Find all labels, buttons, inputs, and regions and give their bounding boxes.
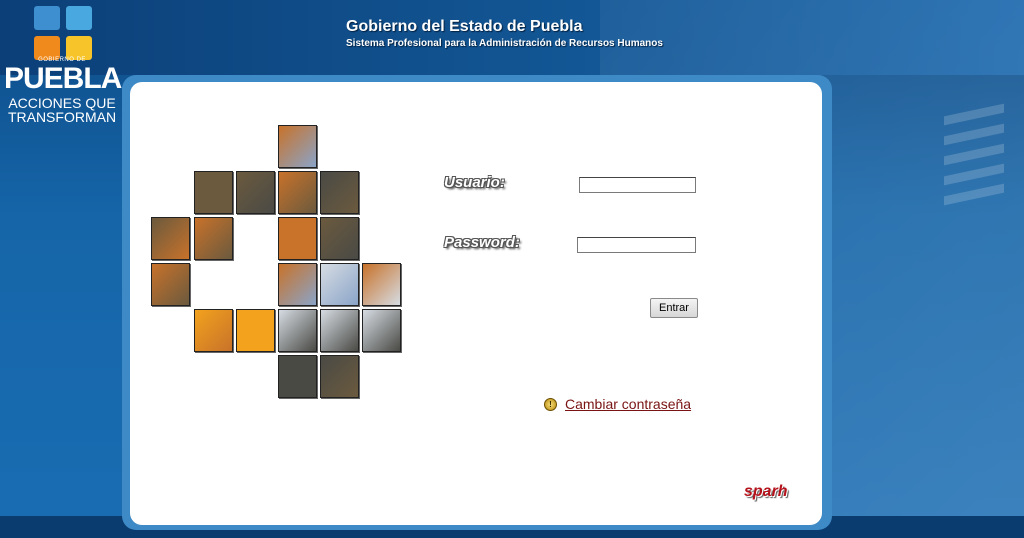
logo-tile-building-icon xyxy=(66,6,92,30)
logo-slogan-line2: TRANSFORMAN xyxy=(7,109,117,125)
password-label: Password: xyxy=(444,234,520,251)
mosaic-photo-tile xyxy=(278,309,317,352)
mosaic-photo-tile xyxy=(362,309,401,352)
puebla-logo: GOBIERNO DE PUEBLA ACCIONES QUE TRANSFOR… xyxy=(4,4,122,125)
password-input[interactable] xyxy=(577,237,696,253)
mosaic-photo-tile xyxy=(320,171,359,214)
info-coin-icon: ! xyxy=(544,398,557,411)
mosaic-photo-tile xyxy=(151,217,190,260)
mosaic-photo-tile xyxy=(194,309,233,352)
mosaic-photo-tile xyxy=(278,217,317,260)
background-stripe xyxy=(944,183,1004,206)
mosaic-photo-tile xyxy=(278,125,317,168)
mosaic-photo-tile xyxy=(320,217,359,260)
background-stripe xyxy=(944,123,1004,146)
change-password-link[interactable]: Cambiar contraseña xyxy=(565,396,691,412)
sparh-logo: sparh xyxy=(744,483,788,500)
logo-tile-factory-icon xyxy=(34,6,60,30)
mosaic-photo-tile xyxy=(151,263,190,306)
logo-title: PUEBLA xyxy=(4,62,122,95)
mosaic-photo-tile xyxy=(194,171,233,214)
mosaic-photo-tile xyxy=(278,263,317,306)
usuario-label: Usuario: xyxy=(444,174,505,191)
mosaic-photo-tile xyxy=(320,309,359,352)
mosaic-photo-tile xyxy=(278,355,317,398)
mosaic-photo-tile xyxy=(194,217,233,260)
logo-tiles-icon xyxy=(34,6,96,62)
login-panel: Usuario: Password: Entrar ! Cambiar cont… xyxy=(130,82,822,525)
mosaic-photo-tile xyxy=(320,263,359,306)
mosaic-photo-tile xyxy=(236,171,275,214)
entrar-button[interactable]: Entrar xyxy=(650,298,698,318)
logo-slogan-line1: ACCIONES QUE xyxy=(8,95,116,111)
background-stripe xyxy=(944,143,1004,166)
usuario-input[interactable] xyxy=(579,177,696,193)
background-stripe xyxy=(944,163,1004,186)
background-stripe xyxy=(944,103,1004,126)
header-title: Gobierno del Estado de Puebla xyxy=(346,18,583,35)
mosaic-photo-tile xyxy=(362,263,401,306)
mosaic-photo-tile xyxy=(320,355,359,398)
header-subtitle: Sistema Profesional para la Administraci… xyxy=(346,38,663,49)
mosaic-photo-tile xyxy=(278,171,317,214)
mosaic-photo-tile xyxy=(236,309,275,352)
